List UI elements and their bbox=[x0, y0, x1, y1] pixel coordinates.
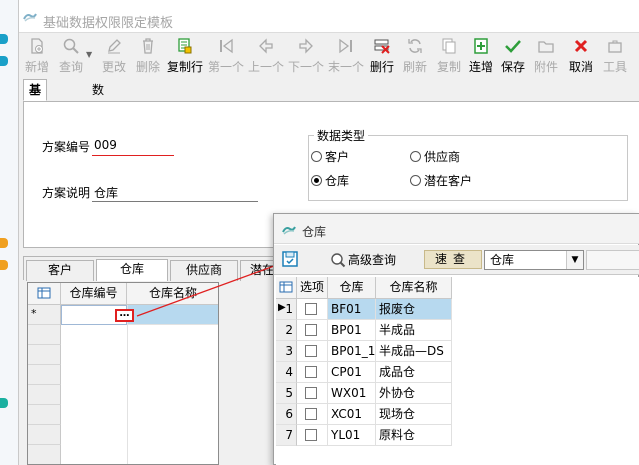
chevron-down-icon[interactable]: ▼ bbox=[566, 251, 583, 269]
row-number: 2 bbox=[276, 320, 297, 341]
row-select-checkbox[interactable] bbox=[297, 383, 328, 404]
app-logo-icon bbox=[282, 226, 296, 235]
warehouse-lookup-grid: 选项 仓库 仓库名称 1 BF01 报废仓 ▶ 2 BP01 半成品 3 BP01_1 半成品—D… bbox=[276, 277, 639, 465]
row-select-checkbox[interactable] bbox=[297, 341, 328, 362]
grid-corner-header[interactable] bbox=[276, 277, 297, 299]
row-select-checkbox[interactable] bbox=[297, 299, 328, 320]
quick-search-button[interactable]: 速查 bbox=[424, 250, 482, 269]
grid-settings-icon bbox=[279, 281, 293, 293]
cell-warehouse-code[interactable]: XC01 bbox=[328, 404, 376, 425]
cell-warehouse-code[interactable]: BF01 bbox=[328, 299, 376, 320]
row-select-checkbox[interactable] bbox=[297, 362, 328, 383]
col-header-name[interactable]: 仓库名称 bbox=[376, 277, 452, 299]
cell-warehouse-code[interactable]: BP01 bbox=[328, 320, 376, 341]
cell-warehouse-name[interactable]: 成品仓 bbox=[376, 362, 452, 383]
cell-warehouse-name[interactable]: 半成品 bbox=[376, 320, 452, 341]
advanced-query-button[interactable]: 高级查询 bbox=[330, 251, 396, 268]
current-row-indicator-icon: ▶ bbox=[278, 302, 286, 313]
cell-warehouse-name[interactable]: 原料仓 bbox=[376, 425, 452, 446]
cell-warehouse-name[interactable]: 外协仓 bbox=[376, 383, 452, 404]
cell-warehouse-code[interactable]: WX01 bbox=[328, 383, 376, 404]
col-header-option[interactable]: 选项 bbox=[297, 277, 328, 299]
cell-warehouse-name[interactable]: 现场仓 bbox=[376, 404, 452, 425]
cell-warehouse-code[interactable]: YL01 bbox=[328, 425, 376, 446]
row-number: 4 bbox=[276, 362, 297, 383]
cell-warehouse-name[interactable]: 报废仓 bbox=[376, 299, 452, 320]
dialog-title-bar: 仓库 bbox=[274, 214, 639, 244]
row-number: 3 bbox=[276, 341, 297, 362]
row-select-checkbox[interactable] bbox=[297, 404, 328, 425]
search-value-input[interactable] bbox=[586, 250, 639, 270]
col-header-code[interactable]: 仓库 bbox=[328, 277, 376, 299]
row-number: 7 bbox=[276, 425, 297, 446]
search-icon bbox=[331, 252, 346, 267]
dialog-toolbar: 高级查询 速查 仓库 ▼ bbox=[274, 245, 639, 275]
search-field-select[interactable]: 仓库 ▼ bbox=[484, 250, 584, 270]
row-select-checkbox[interactable] bbox=[297, 425, 328, 446]
save-icon[interactable] bbox=[282, 251, 298, 267]
row-select-checkbox[interactable] bbox=[297, 320, 328, 341]
row-number: 6 bbox=[276, 404, 297, 425]
row-number: 5 bbox=[276, 383, 297, 404]
cell-warehouse-name[interactable]: 半成品—DS bbox=[376, 341, 452, 362]
warehouse-lookup-dialog: 仓库 高级查询 速查 仓库 ▼ 选项 仓库 仓库名称 1 BF01 报废仓 ▶ 2 BP0… bbox=[273, 213, 639, 465]
cell-warehouse-code[interactable]: BP01_1 bbox=[328, 341, 376, 362]
cell-warehouse-code[interactable]: CP01 bbox=[328, 362, 376, 383]
dialog-title: 仓库 bbox=[302, 225, 327, 239]
